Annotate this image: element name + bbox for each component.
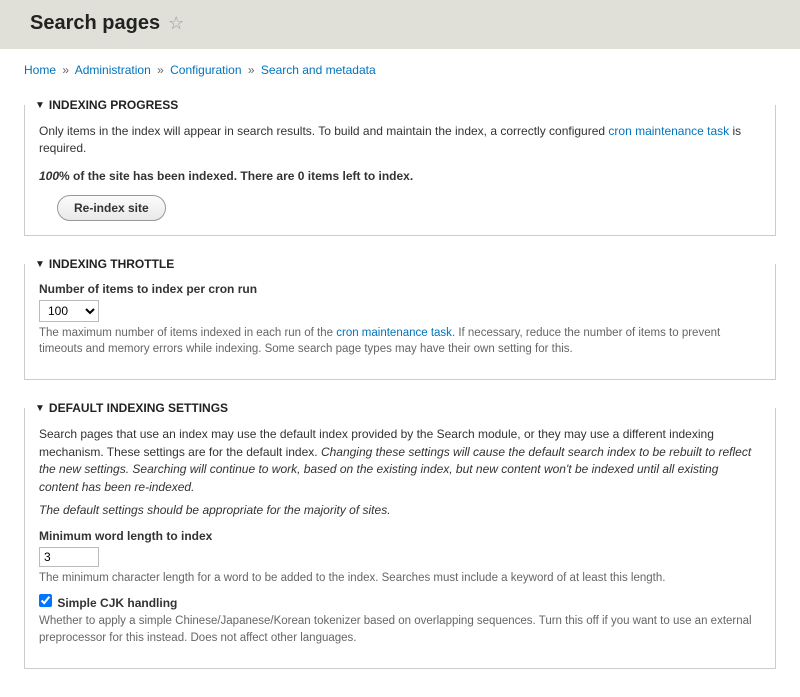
cron-task-link[interactable]: cron maintenance task [608, 124, 729, 138]
panel-indexing-progress: ▼ Indexing Progress Only items in the in… [24, 91, 776, 236]
breadcrumb-sep: » [157, 63, 164, 77]
page-title: Search pages [30, 12, 160, 35]
cjk-checkbox[interactable] [39, 594, 52, 607]
panel-legend[interactable]: ▼ Indexing Progress [25, 91, 775, 119]
throttle-count-label: Number of items to index per cron run [39, 282, 761, 296]
defaults-note-text: The default settings should be appropria… [39, 502, 761, 519]
cjk-checkbox-row: Simple CJK handling [39, 594, 761, 610]
panel-heading: Indexing Throttle [49, 257, 174, 271]
cjk-description: Whether to apply a simple Chinese/Japane… [39, 613, 761, 645]
throttle-description: The maximum number of items indexed in e… [39, 325, 761, 357]
star-icon[interactable]: ☆ [168, 13, 184, 34]
panel-body: Only items in the index will appear in s… [25, 119, 775, 235]
panel-body: Search pages that use an index may use t… [25, 422, 775, 667]
breadcrumb-search-metadata[interactable]: Search and metadata [261, 63, 376, 77]
progress-intro: Only items in the index will appear in s… [39, 123, 761, 158]
throttle-count-select[interactable]: 100 [39, 300, 99, 322]
cron-task-link[interactable]: cron maintenance task [336, 327, 452, 339]
min-word-length-description: The minimum character length for a word … [39, 570, 761, 586]
disclosure-triangle-icon: ▼ [35, 403, 45, 414]
page-header: Search pages ☆ [0, 0, 800, 49]
breadcrumb-sep: » [248, 63, 255, 77]
panel-heading: Indexing Progress [49, 98, 178, 112]
breadcrumb-configuration[interactable]: Configuration [170, 63, 241, 77]
panel-indexing-throttle: ▼ Indexing Throttle Number of items to i… [24, 250, 776, 380]
min-word-length-label: Minimum word length to index [39, 529, 761, 543]
breadcrumb: Home » Administration » Configuration » … [24, 63, 776, 77]
reindex-site-button[interactable]: Re-index site [57, 195, 166, 221]
disclosure-triangle-icon: ▼ [35, 100, 45, 111]
breadcrumb-administration[interactable]: Administration [75, 63, 151, 77]
panel-body: Number of items to index per cron run 10… [25, 278, 775, 379]
panel-default-indexing-settings: ▼ Default Indexing Settings Search pages… [24, 394, 776, 668]
panel-heading: Default Indexing Settings [49, 401, 228, 415]
panel-legend[interactable]: ▼ Indexing Throttle [25, 250, 775, 278]
cjk-checkbox-label: Simple CJK handling [57, 596, 177, 610]
panel-legend[interactable]: ▼ Default Indexing Settings [25, 394, 775, 422]
min-word-length-input[interactable] [39, 547, 99, 567]
index-status-text: 100% of the site has been indexed. There… [39, 168, 761, 185]
disclosure-triangle-icon: ▼ [35, 259, 45, 270]
breadcrumb-sep: » [62, 63, 69, 77]
main-content: Home » Administration » Configuration » … [0, 49, 800, 697]
defaults-intro-text: Search pages that use an index may use t… [39, 426, 761, 496]
breadcrumb-home[interactable]: Home [24, 63, 56, 77]
